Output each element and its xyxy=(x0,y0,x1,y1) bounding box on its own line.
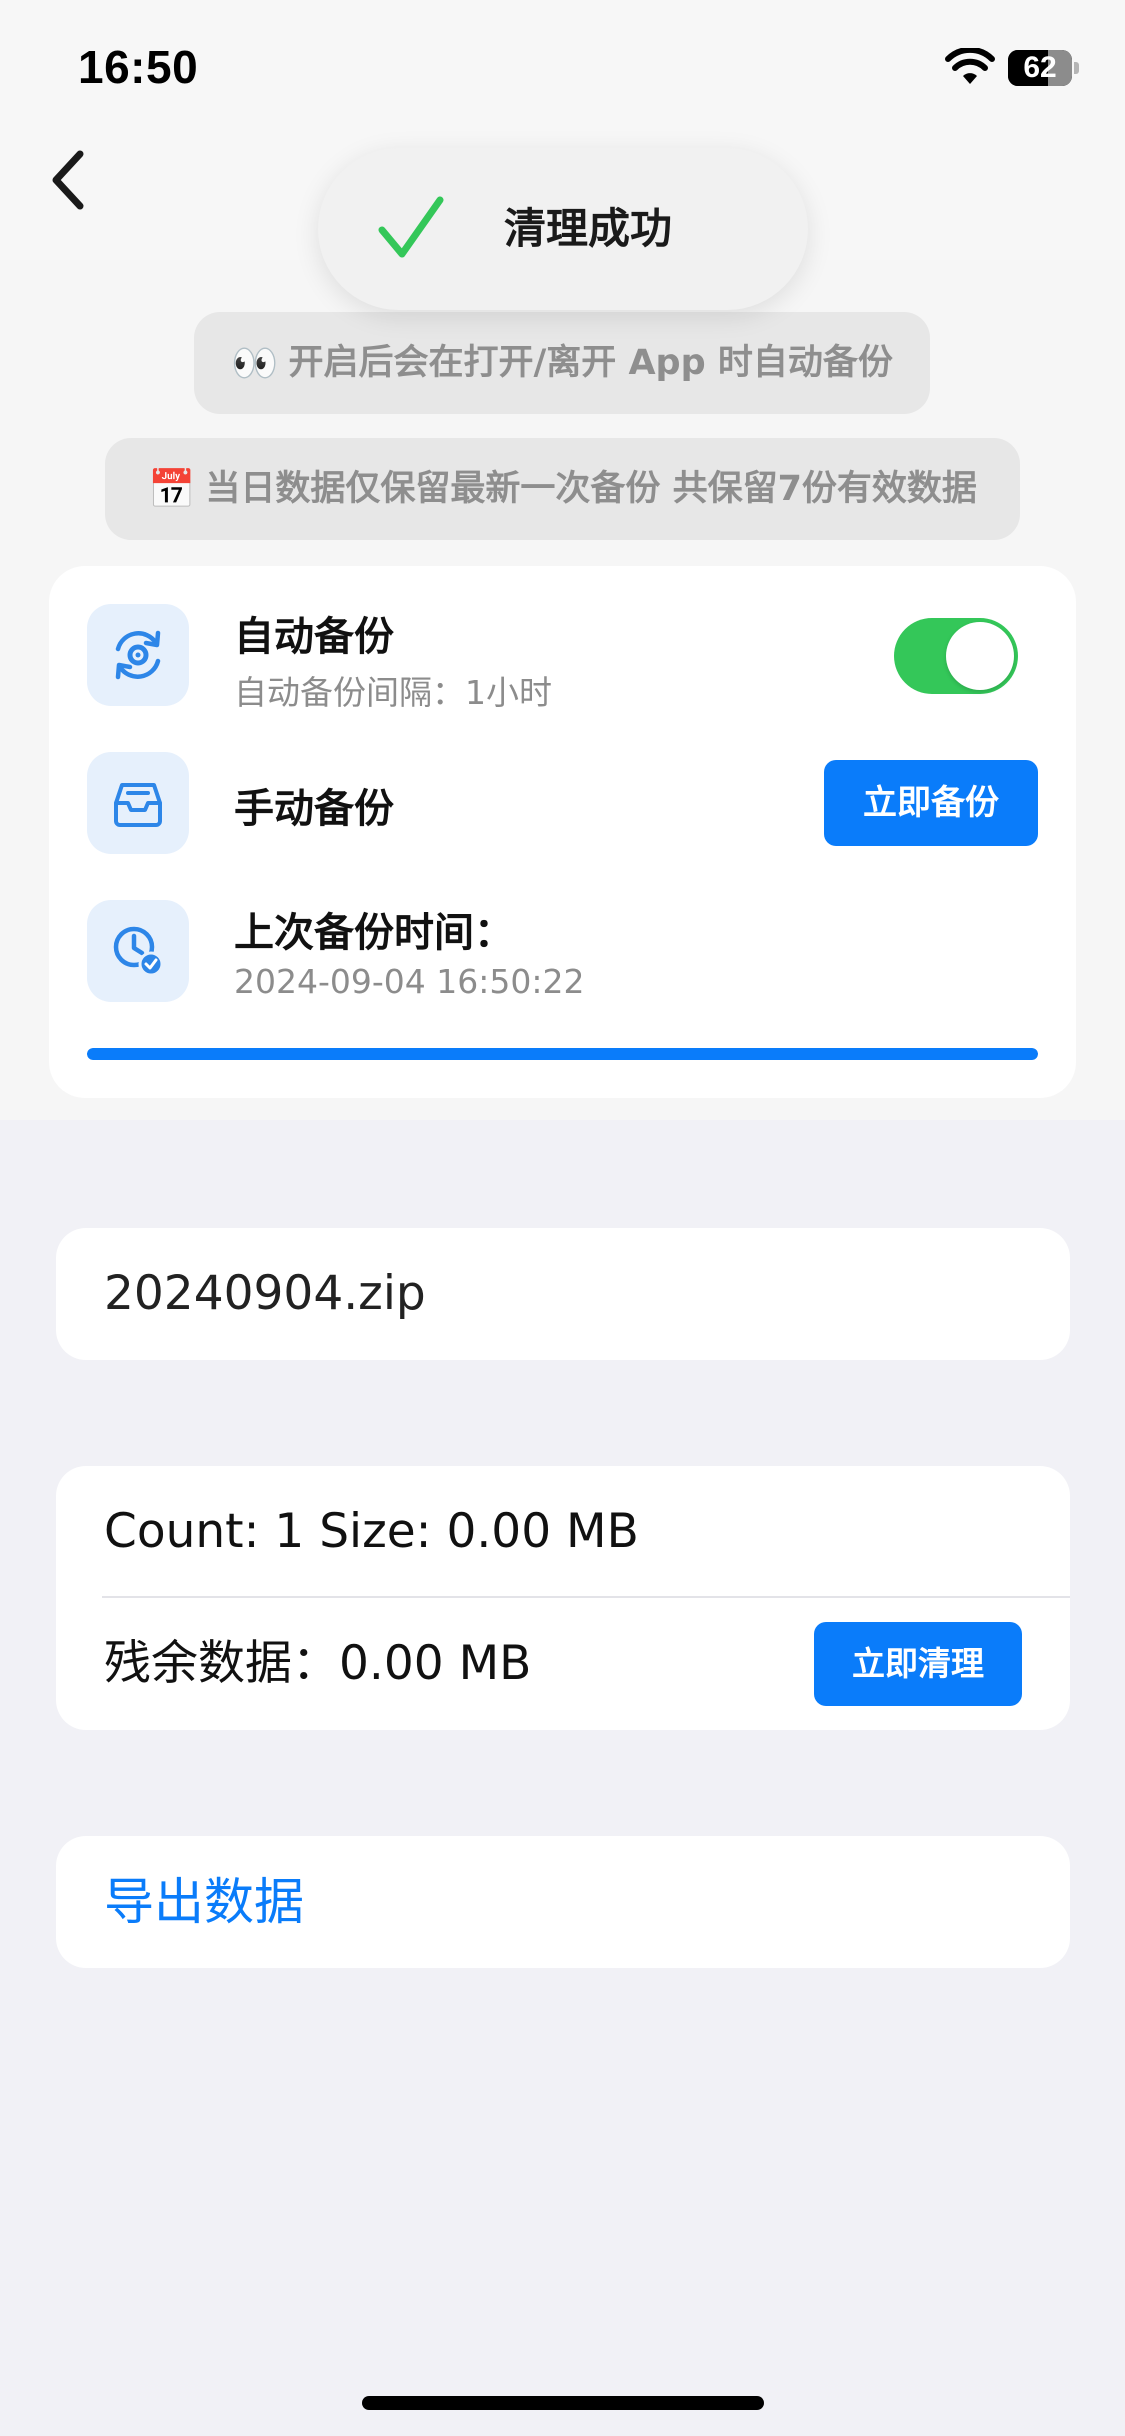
battery-percent: 62 xyxy=(1023,51,1057,84)
chevron-left-icon[interactable] xyxy=(46,148,90,212)
last-backup-title: 上次备份时间： xyxy=(234,910,514,956)
status-bar: 16:50 62 xyxy=(0,0,1125,140)
last-backup-value: 2024-09-04 16:50:22 xyxy=(234,962,585,1001)
backup-file-row[interactable]: 20240904.zip xyxy=(56,1228,1070,1360)
last-backup-icon-tile xyxy=(87,900,189,1002)
battery-body: 62 xyxy=(1008,50,1072,86)
remaining-data-text: 残余数据：0.00 MB xyxy=(104,1636,532,1691)
auto-backup-icon-tile xyxy=(87,604,189,706)
auto-backup-title: 自动备份 xyxy=(234,614,394,660)
checkmark-icon xyxy=(378,196,444,258)
stats-card: Count: 1 Size: 0.00 MB 残余数据：0.00 MB 立即清理 xyxy=(56,1466,1070,1730)
backup-file-name: 20240904.zip xyxy=(104,1266,426,1321)
toggle-knob xyxy=(946,622,1014,690)
manual-backup-icon-tile xyxy=(87,752,189,854)
backup-now-button[interactable]: 立即备份 xyxy=(824,760,1038,846)
clean-now-button[interactable]: 立即清理 xyxy=(814,1622,1022,1706)
toast-text: 清理成功 xyxy=(504,204,673,253)
home-indicator xyxy=(362,2396,764,2410)
count-size-text: Count: 1 Size: 0.00 MB xyxy=(104,1504,639,1559)
inbox-tray-icon xyxy=(114,783,162,827)
info-pill-retention: 📅 当日数据仅保留最新一次备份 共保留7份有效数据 xyxy=(105,438,1020,540)
battery-nub xyxy=(1074,62,1079,74)
manual-backup-title: 手动备份 xyxy=(234,786,394,832)
eyes-emoji-icon: 👀 xyxy=(231,341,279,385)
clock-check-icon xyxy=(113,926,164,977)
info-pill-auto-backup: 👀 开启后会在打开/离开 App 时自动备份 xyxy=(194,312,930,414)
export-data-row[interactable]: 导出数据 xyxy=(56,1836,1070,1968)
auto-sync-gear-icon xyxy=(115,630,161,680)
info-pill-text: 开启后会在打开/离开 App 时自动备份 xyxy=(288,343,893,383)
info-pill-text: 当日数据仅保留最新一次备份 共保留7份有效数据 xyxy=(205,469,977,509)
backup-progress-fill xyxy=(87,1048,1038,1060)
auto-backup-subtitle: 自动备份间隔：1小时 xyxy=(234,673,552,712)
battery-indicator: 62 xyxy=(1008,50,1079,86)
backup-settings-screen: 16:50 62 👀 开启后会在打开/离开 App 时自动备份 📅 当日数据仅保留最… xyxy=(0,0,1125,2436)
backup-progress-bar xyxy=(87,1048,1038,1060)
calendar-emoji-icon: 📅 xyxy=(148,467,196,511)
auto-backup-toggle[interactable] xyxy=(894,618,1018,694)
backup-card: 自动备份 自动备份间隔：1小时 手动备份 立即备份 上次备份时间： 2024-0 xyxy=(49,566,1076,1098)
status-time: 16:50 xyxy=(78,41,199,93)
wifi-icon xyxy=(945,48,995,84)
success-toast: 清理成功 xyxy=(318,148,808,310)
export-data-link[interactable]: 导出数据 xyxy=(104,1836,304,1968)
